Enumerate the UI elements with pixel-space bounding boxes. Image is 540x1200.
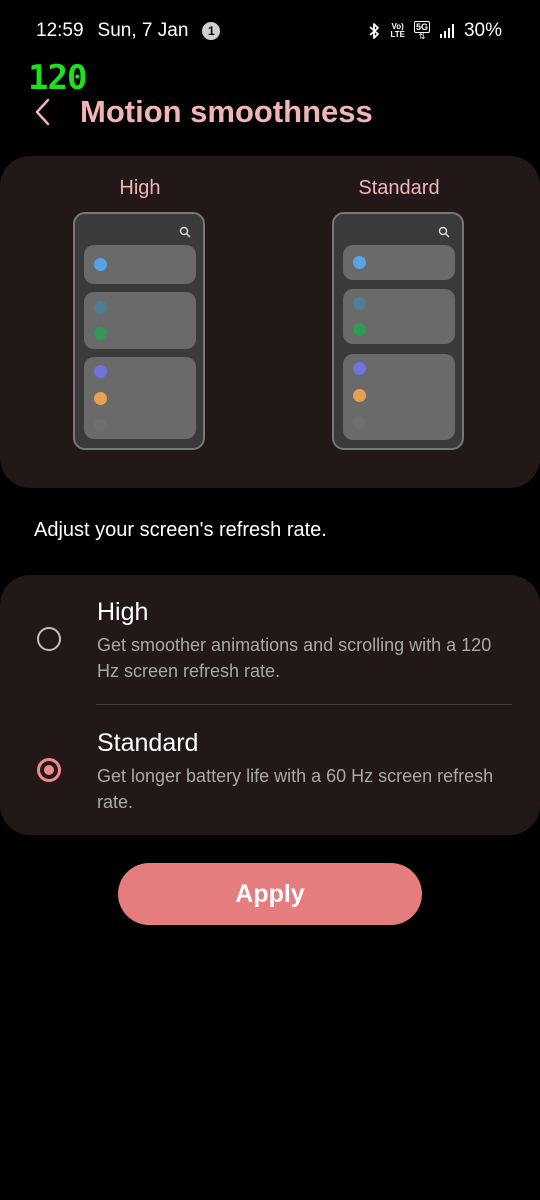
preview-dot [353,297,366,310]
page-title: Motion smoothness [80,94,373,129]
status-bar-left: 12:59 Sun, 7 Jan 1 [36,18,221,44]
radio-standard[interactable] [37,758,61,782]
preview-dot [353,362,366,375]
phone-preview-standard [332,212,464,450]
preview-dot [94,258,107,271]
notification-count-badge: 1 [202,22,221,40]
search-icon [438,226,450,238]
option-subtitle: Get longer battery life with a 60 Hz scr… [97,766,494,812]
status-bar-right: Vo) LTE 5G ⇅ 30% [367,18,502,44]
battery-percent: 30% [463,20,502,41]
preview-dot [94,419,107,432]
preview-label-high: High [119,177,161,199]
bluetooth-icon [369,23,380,39]
preview-tile [343,289,455,344]
preview-dot [94,301,107,314]
preview-dot [94,327,107,340]
preview-dot [353,416,366,429]
apply-button[interactable]: Apply [118,863,422,925]
preview-tile [84,245,196,284]
status-date: Sun, 7 Jan [97,20,189,41]
preview-tile [84,292,196,349]
preview-dot [94,392,107,405]
divider [96,704,512,705]
preview-tile [343,245,455,280]
refresh-rate-description: Adjust your screen's refresh rate. [34,519,327,541]
radio-high[interactable] [37,627,61,651]
phone-preview-high [73,212,205,450]
fps-overlay: 120 [28,58,87,98]
search-icon [179,226,191,238]
back-arrow-icon[interactable] [30,96,60,128]
option-standard[interactable]: Standard Get longer battery life with a … [0,720,540,830]
option-high[interactable]: High Get smoother animations and scrolli… [0,590,540,700]
status-time: 12:59 [36,20,84,41]
option-title: Standard [97,729,199,757]
preview-tile [343,354,455,440]
preview-tile [84,357,196,439]
volte-icon: Vo) LTE [390,22,405,39]
preview-dot [353,256,366,269]
signal-icon [439,24,454,38]
preview-dot [94,365,107,378]
preview-dot [353,389,366,402]
preview-dot [353,323,366,336]
option-subtitle: Get smoother animations and scrolling wi… [97,635,492,681]
network-5g-icon: 5G ⇅ [413,21,430,41]
preview-label-standard: Standard [358,177,440,199]
option-title: High [97,598,149,626]
